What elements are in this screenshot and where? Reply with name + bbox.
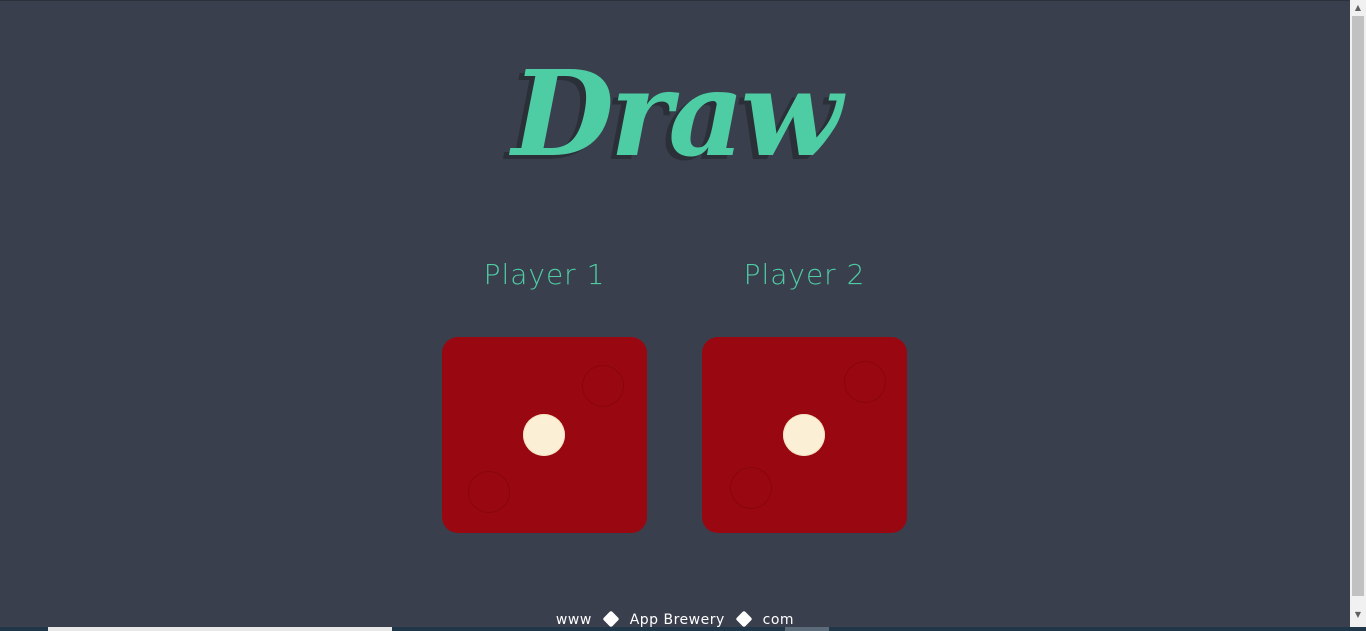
dice-icon bbox=[735, 610, 753, 628]
scrollbar-thumb[interactable] bbox=[1352, 16, 1364, 596]
player-1-label: Player 1 bbox=[483, 258, 606, 291]
footer-prefix: www bbox=[555, 612, 592, 628]
vertical-scrollbar[interactable]: ▲ ▼ bbox=[1350, 0, 1366, 631]
scroll-up-icon[interactable]: ▲ bbox=[1350, 0, 1366, 16]
player-1-die bbox=[442, 337, 647, 533]
player-2-die bbox=[702, 337, 907, 533]
page: Draw Player 1 Player 2 www App Brewery c… bbox=[0, 0, 1350, 631]
die-texture-mark bbox=[468, 471, 510, 513]
die-texture-mark bbox=[582, 365, 624, 407]
die-texture-mark bbox=[730, 467, 772, 509]
footer-brand: App Brewery bbox=[629, 612, 725, 628]
die-texture-mark bbox=[844, 361, 886, 403]
footer-suffix: com bbox=[762, 612, 795, 628]
taskbar-item[interactable] bbox=[785, 627, 829, 631]
player-2-label: Player 2 bbox=[743, 258, 866, 291]
dice-icon bbox=[602, 610, 620, 628]
taskbar-item[interactable] bbox=[48, 627, 392, 631]
taskbar bbox=[0, 627, 1366, 631]
scroll-down-icon[interactable]: ▼ bbox=[1350, 607, 1366, 623]
die-pip bbox=[523, 414, 565, 456]
die-pip bbox=[783, 414, 825, 456]
page-title: Draw bbox=[511, 44, 843, 183]
